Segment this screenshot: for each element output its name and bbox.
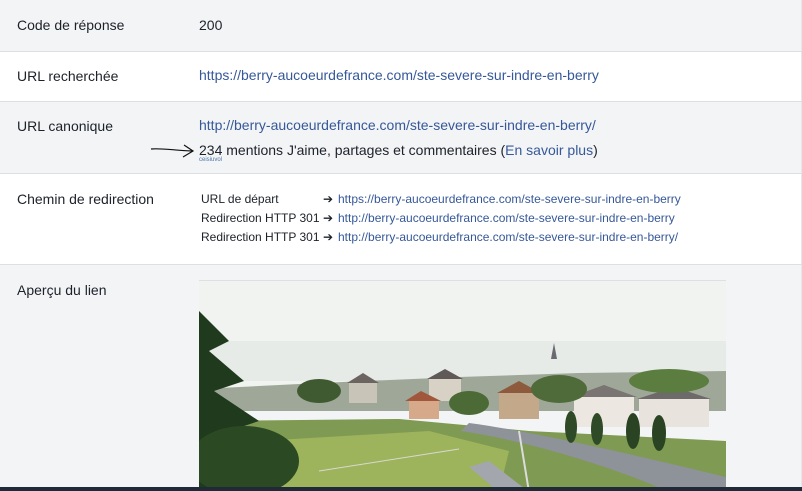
close-paren: ) [593,142,598,158]
arrow-right-icon: ➔ [323,211,334,225]
redirect-item-label: Redirection HTTP 301 [201,230,320,244]
row-canonical-url: URL canonique http://berry-aucoeurdefran… [0,102,802,173]
row-response-code: Code de réponse 200 [0,0,802,51]
redirect-path-label: Chemin de redirection [17,191,154,207]
searched-url-link[interactable]: https://berry-aucoeurdefrance.com/ste-se… [199,67,599,83]
engagement-tiny-note: ceisiuvol [199,157,223,163]
searched-url-label: URL recherchée [17,68,119,84]
learn-more-link[interactable]: En savoir plus [505,142,593,158]
response-code-label: Code de réponse [17,17,125,33]
response-code-value: 200 [199,17,223,33]
arrow-right-icon: ➔ [323,230,334,244]
arrow-right-icon: ➔ [323,192,334,206]
village-landscape-image [199,281,726,491]
engagement-count: 234 [199,142,223,158]
canonical-url-link[interactable]: http://berry-aucoeurdefrance.com/ste-sev… [199,117,596,133]
row-redirect-path: Chemin de redirection URL de départ ➔ ht… [0,174,802,264]
engagement-line: 234 mentions J'aime, partages et comment… [199,142,598,158]
bottom-border [0,487,802,491]
link-preview-label: Aperçu du lien [17,282,107,298]
redirect-item-url[interactable]: http://berry-aucoeurdefrance.com/ste-sev… [338,211,675,225]
redirect-item-label: Redirection HTTP 301 [201,211,320,225]
engagement-text: mentions J'aime, partages et commentaire… [222,142,506,158]
redirect-item-label: URL de départ [201,192,279,206]
hand-drawn-arrow-icon [150,144,195,158]
canonical-url-label: URL canonique [17,118,113,134]
redirect-item-url[interactable]: https://berry-aucoeurdefrance.com/ste-se… [338,192,681,206]
redirect-item-url[interactable]: http://berry-aucoeurdefrance.com/ste-sev… [338,230,678,244]
row-searched-url: URL recherchée https://berry-aucoeurdefr… [0,52,802,101]
link-preview-image[interactable] [199,280,726,491]
